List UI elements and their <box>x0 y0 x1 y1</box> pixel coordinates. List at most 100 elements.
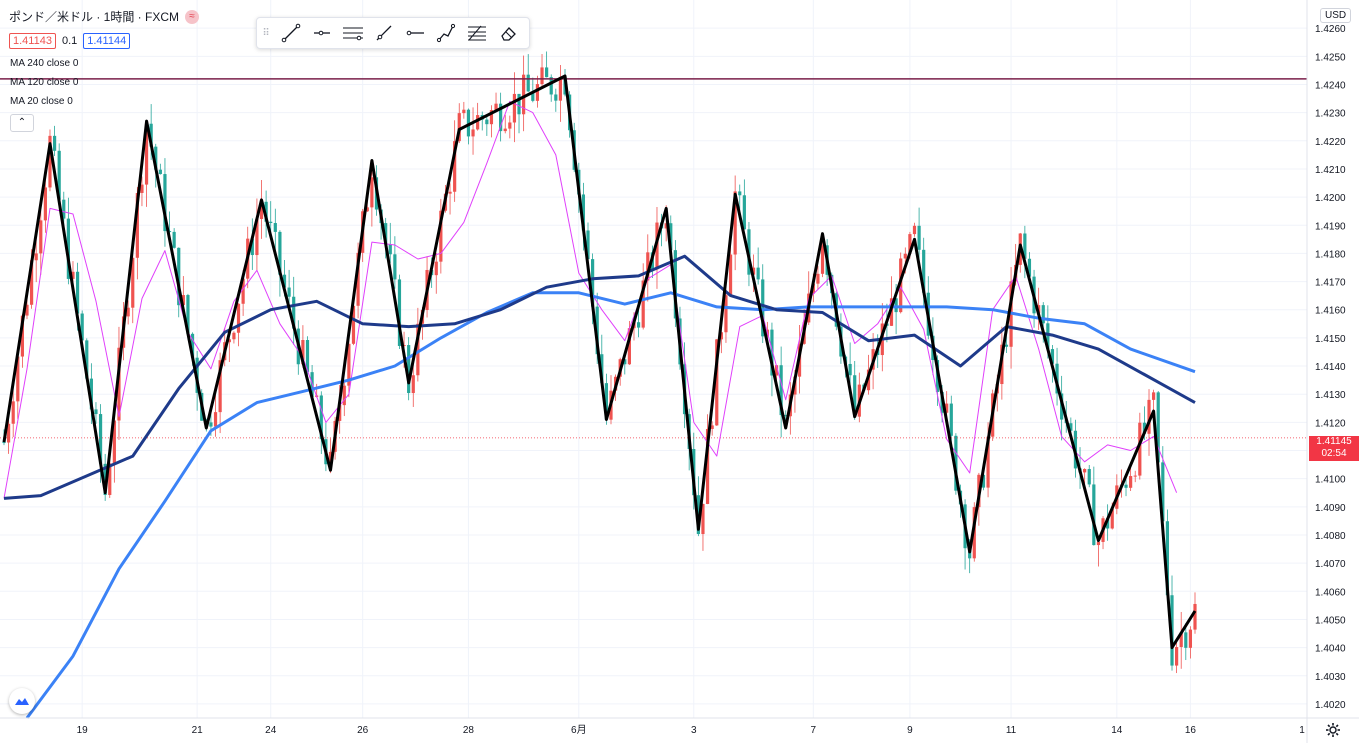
y-tick-label: 1.4250 <box>1315 52 1346 63</box>
candle-body <box>540 67 544 85</box>
y-tick-label: 1.4060 <box>1315 587 1346 598</box>
legend-collapse-button[interactable]: ⌃ <box>10 114 34 132</box>
candle-body <box>11 401 15 424</box>
candle-body <box>1152 392 1156 400</box>
horizontal-ray-tool[interactable] <box>306 18 337 48</box>
candle-body <box>816 273 820 284</box>
chart-canvas[interactable]: 1.4020 1.4030 1.4040 1.4050 1.4060 1.4070 1.40… <box>0 0 1359 743</box>
x-tick-label: 7 <box>811 725 817 736</box>
candle-body <box>1087 468 1091 485</box>
y-tick-label: 1.4090 <box>1315 503 1346 514</box>
candle-body <box>388 244 392 255</box>
candle-body <box>1133 475 1137 477</box>
legend-ma-240[interactable]: MA 240 close 0 <box>10 58 78 69</box>
data-provider-icon: ≈ <box>185 9 199 24</box>
candle-body <box>434 261 438 276</box>
logo-wave-icon <box>15 698 29 705</box>
candle-body <box>34 253 38 261</box>
candle-body <box>912 225 917 235</box>
chart-legend: ポンド／米ドル · 1時間 · FXCM ≈ <box>9 8 199 25</box>
candle-body <box>269 221 273 224</box>
y-tick-label: 1.4080 <box>1315 531 1346 542</box>
x-tick-label: 11 <box>1006 725 1017 736</box>
candle-body <box>448 191 452 194</box>
gear-icon[interactable] <box>1325 722 1341 738</box>
candle-body <box>342 385 346 406</box>
currency-badge[interactable]: USD <box>1320 8 1352 23</box>
candle-body <box>1175 647 1179 666</box>
horizontal-line-icon <box>406 30 424 36</box>
candle-body <box>393 254 397 280</box>
y-tick-label: 1.4020 <box>1315 700 1346 711</box>
candle-body <box>848 363 852 376</box>
drawing-toolbar: ⠿ <box>256 17 530 49</box>
candle-body <box>1124 484 1128 488</box>
y-tick-label: 1.4070 <box>1315 559 1346 570</box>
candle-body <box>52 135 57 151</box>
zigzag-line <box>2 74 1197 650</box>
quote-row: 1.41143 0.1 1.41144 <box>9 33 131 49</box>
ray-tool[interactable] <box>368 18 399 48</box>
ask-price[interactable]: 1.41144 <box>83 33 131 49</box>
last-price-value: 1.41145 <box>1316 436 1352 447</box>
candle-body <box>273 223 277 232</box>
candle-body <box>742 195 746 230</box>
x-tick-label: 26 <box>357 725 369 736</box>
chevron-up-icon: ⌃ <box>17 117 27 128</box>
x-tick-label: 9 <box>907 725 913 736</box>
drag-handle-icon[interactable]: ⠿ <box>257 18 275 48</box>
candle-body <box>554 94 558 101</box>
bid-price[interactable]: 1.41143 <box>9 33 56 49</box>
candle-body <box>287 287 291 297</box>
path-tool[interactable] <box>430 18 461 48</box>
candle-body <box>728 254 733 296</box>
candle-body <box>1129 476 1133 488</box>
fib-tool[interactable] <box>461 18 492 48</box>
indicator-lines <box>0 74 1307 719</box>
x-tick-label: 3 <box>691 725 697 736</box>
candle-body <box>949 403 953 436</box>
trend-line-icon <box>281 23 300 43</box>
parallel-channel-tool[interactable] <box>337 18 368 48</box>
ma240-line <box>25 291 1196 719</box>
candle-body <box>232 332 236 340</box>
eraser-tool[interactable] <box>492 18 523 48</box>
candle-body <box>1193 603 1197 630</box>
y-tick-label: 1.4220 <box>1315 137 1346 148</box>
x-tick-label: 24 <box>265 725 277 736</box>
candle-body <box>158 169 162 175</box>
y-tick-label: 1.4040 <box>1315 644 1346 655</box>
candle-body <box>1004 344 1009 347</box>
x-tick-label: 19 <box>77 725 89 736</box>
y-tick-label: 1.4200 <box>1315 193 1346 204</box>
x-tick-label: 21 <box>192 725 204 736</box>
y-tick-label: 1.4030 <box>1315 672 1346 683</box>
candle-body <box>756 267 760 280</box>
tradingview-logo-icon[interactable] <box>9 688 35 714</box>
y-tick-label: 1.4230 <box>1315 109 1346 120</box>
candle-body <box>1188 629 1193 648</box>
y-tick-label: 1.4160 <box>1315 306 1346 317</box>
candle-body <box>411 375 415 394</box>
horizontal-line-tool[interactable] <box>399 18 430 48</box>
candle-body <box>172 231 176 248</box>
path-icon <box>436 23 455 43</box>
ray-icon <box>376 25 391 41</box>
horizontal-ray-icon <box>313 30 330 36</box>
fib-icon <box>467 25 486 41</box>
y-tick-label: 1.4120 <box>1315 418 1346 429</box>
y-tick-label: 1.4190 <box>1315 221 1346 232</box>
x-tick-label: 14 <box>1111 725 1123 736</box>
trend-line-tool[interactable] <box>275 18 306 48</box>
price-axis[interactable]: 1.4020 1.4030 1.4040 1.4050 1.4060 1.4070 1.40… <box>1306 0 1346 743</box>
y-tick-label: 1.4130 <box>1315 390 1346 401</box>
candle-body <box>512 93 517 123</box>
time-axis[interactable]: 19 21 24 26 28 6月 3 7 9 11 14 16 1 <box>0 717 1359 736</box>
y-tick-label: 1.4210 <box>1315 165 1346 176</box>
candle-body <box>1184 632 1188 648</box>
ma120-line <box>3 254 1196 500</box>
legend-ma-20[interactable]: MA 20 close 0 <box>10 96 73 107</box>
candle-body <box>94 409 98 415</box>
symbol-title[interactable]: ポンド／米ドル · 1時間 · FXCM <box>9 8 179 25</box>
legend-ma-120[interactable]: MA 120 close 0 <box>10 77 78 88</box>
